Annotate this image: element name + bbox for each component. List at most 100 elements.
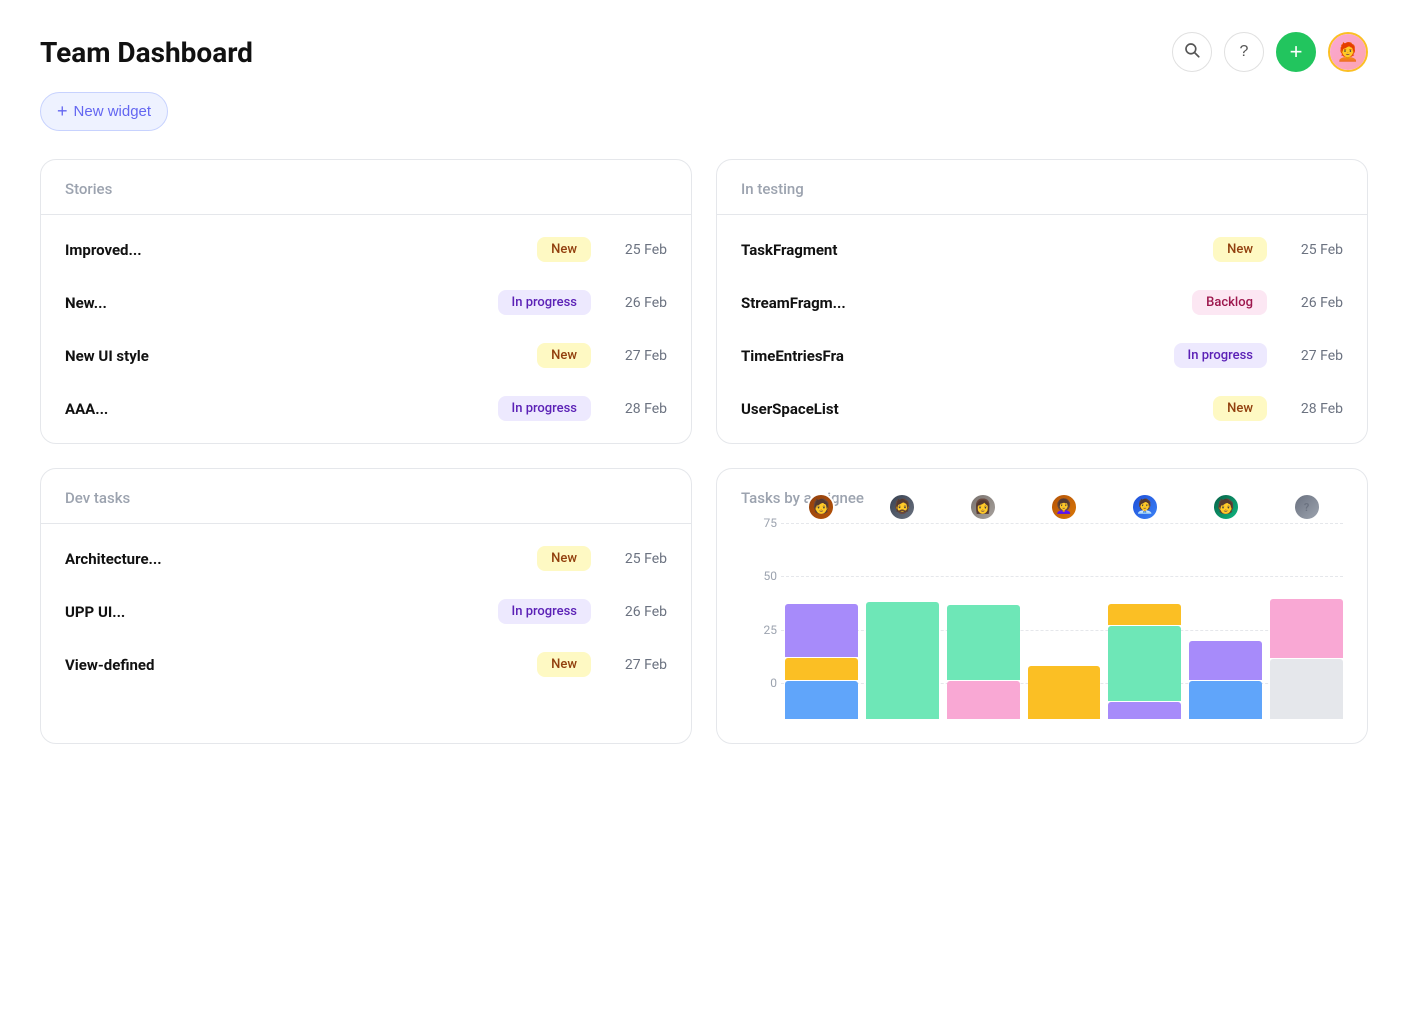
dashboard-grid: Stories Improved...New25 FebNew...In pro… [40,159,1368,744]
chart-bar-avatar: 🧑 [807,493,835,521]
task-name: New... [65,294,482,312]
task-badge: In progress [498,290,591,315]
chart-bar-avatar: 👩‍🦱 [1050,493,1078,521]
new-widget-button[interactable]: + New widget [40,92,168,131]
table-row[interactable]: New UI styleNew27 Feb [41,329,691,382]
dev-tasks-card: Dev tasks Architecture...New25 FebUPP UI… [40,468,692,744]
stories-card-header: Stories [41,160,691,215]
task-date: 25 Feb [607,242,667,258]
header-actions: ? + 🧑‍🦰 [1172,32,1368,72]
chart-bar-avatar: 🧔 [888,493,916,521]
chart-y-label: 75 [741,516,777,530]
task-date: 26 Feb [607,604,667,620]
chart-y-label: 0 [741,676,777,690]
chart-y-label: 25 [741,623,777,637]
in-testing-card-header: In testing [717,160,1367,215]
chart-bar-group: 👩‍🦱 [1028,523,1101,719]
task-name: New UI style [65,347,521,365]
search-icon [1183,41,1201,64]
chart-bar-stack [785,604,858,719]
stories-card: Stories Improved...New25 FebNew...In pro… [40,159,692,444]
chart-bar-segment [1270,599,1343,659]
chart-bar-group: 🧔 [866,523,939,719]
chart-bar-group: 🧑 [785,523,858,719]
task-date: 28 Feb [1283,401,1343,417]
task-name: UPP UI... [65,603,482,621]
task-badge: New [537,546,591,571]
chart-bar-segment [785,658,858,679]
table-row[interactable]: AAA... In progress 28 Feb [41,382,691,435]
task-badge: In progress [1174,343,1267,368]
task-name: StreamFragm... [741,294,1176,312]
dev-tasks-card-body: Architecture... New 25 Feb UPP UI... In prog… [41,524,691,699]
page-header: Team Dashboard ? + 🧑‍🦰 [40,32,1368,72]
chart-bar-segment [866,602,939,719]
search-button[interactable] [1172,32,1212,72]
help-button[interactable]: ? [1224,32,1264,72]
chart-bar-stack [1270,599,1343,719]
table-row[interactable]: TaskFragment New 25 Feb [717,223,1367,276]
task-name: TaskFragment [741,241,1197,259]
avatar: 🧑‍🦰 [1330,34,1366,70]
chart-y-label: 50 [741,569,777,583]
table-row[interactable]: New...In progress26 Feb [41,276,691,329]
task-date: 27 Feb [607,657,667,673]
table-row[interactable]: Improved...New25 Feb [41,223,691,276]
task-badge: In progress [498,599,591,624]
chart-bar-segment [1028,666,1101,719]
chart-bar-segment [785,681,858,719]
chart-bars-container: 🧑🧔👩👩‍🦱🧑‍💼🧑? [785,523,1343,723]
chart-bar-stack [1108,604,1181,719]
chart-bar-stack [947,605,1020,719]
chart-bar-avatar: 👩 [969,493,997,521]
stories-card-body: Improved...New25 FebNew...In progress26 … [41,215,691,443]
table-row[interactable]: Architecture... New 25 Feb [41,532,691,585]
task-name: UserSpaceList [741,400,1197,418]
chart-bar-segment [1189,641,1262,679]
task-badge: New [1213,237,1267,262]
chart-bar-group: 🧑‍💼 [1108,523,1181,719]
new-widget-label: New widget [74,103,152,120]
table-row[interactable]: UserSpaceList New 28 Feb [717,382,1367,435]
chart-area: 7550250🧑🧔👩👩‍🦱🧑‍💼🧑? [741,523,1343,723]
chart-bar-segment [947,681,1020,719]
task-date: 26 Feb [1283,295,1343,311]
user-avatar-button[interactable]: 🧑‍🦰 [1328,32,1368,72]
task-date: 27 Feb [607,348,667,364]
task-name: View-defined [65,656,521,674]
task-date: 25 Feb [1283,242,1343,258]
chart-bar-stack [866,602,939,719]
add-button[interactable]: + [1276,32,1316,72]
task-name: TimeEntriesFra [741,347,1158,365]
chart-bar-avatar: 🧑 [1212,493,1240,521]
help-icon: ? [1240,43,1249,61]
task-date: 25 Feb [607,551,667,567]
chart-bar-group: 🧑 [1189,523,1262,719]
table-row[interactable]: UPP UI... In progress 26 Feb [41,585,691,638]
task-name: Architecture... [65,550,521,568]
chart-bar-stack [1028,666,1101,719]
chart-bar-segment [1108,626,1181,701]
task-badge: In progress [498,396,591,421]
table-row[interactable]: TimeEntriesFra In progress 27 Feb [717,329,1367,382]
task-name: AAA... [65,400,482,418]
task-badge: New [537,652,591,677]
task-date: 27 Feb [1283,348,1343,364]
task-badge: New [1213,396,1267,421]
task-badge: New [537,237,591,262]
chart-bar-segment [785,604,858,657]
chart-bar-segment [1108,604,1181,625]
chart-bar-group: 👩 [947,523,1020,719]
chart-bar-group: ? [1270,523,1343,719]
new-widget-plus-icon: + [57,101,68,122]
table-row[interactable]: View-defined New 27 Feb [41,638,691,691]
chart-bar-segment [1270,659,1343,719]
task-badge: Backlog [1192,290,1267,315]
chart-bar-avatar: 🧑‍💼 [1131,493,1159,521]
tasks-by-assignee-card: Tasks by assignee 7550250🧑🧔👩👩‍🦱🧑‍💼🧑? [716,468,1368,744]
table-row[interactable]: StreamFragm... Backlog 26 Feb [717,276,1367,329]
plus-icon: + [1290,39,1303,65]
task-date: 28 Feb [607,401,667,417]
in-testing-card: In testing TaskFragment New 25 Feb StreamFr… [716,159,1368,444]
page-title: Team Dashboard [40,36,253,69]
